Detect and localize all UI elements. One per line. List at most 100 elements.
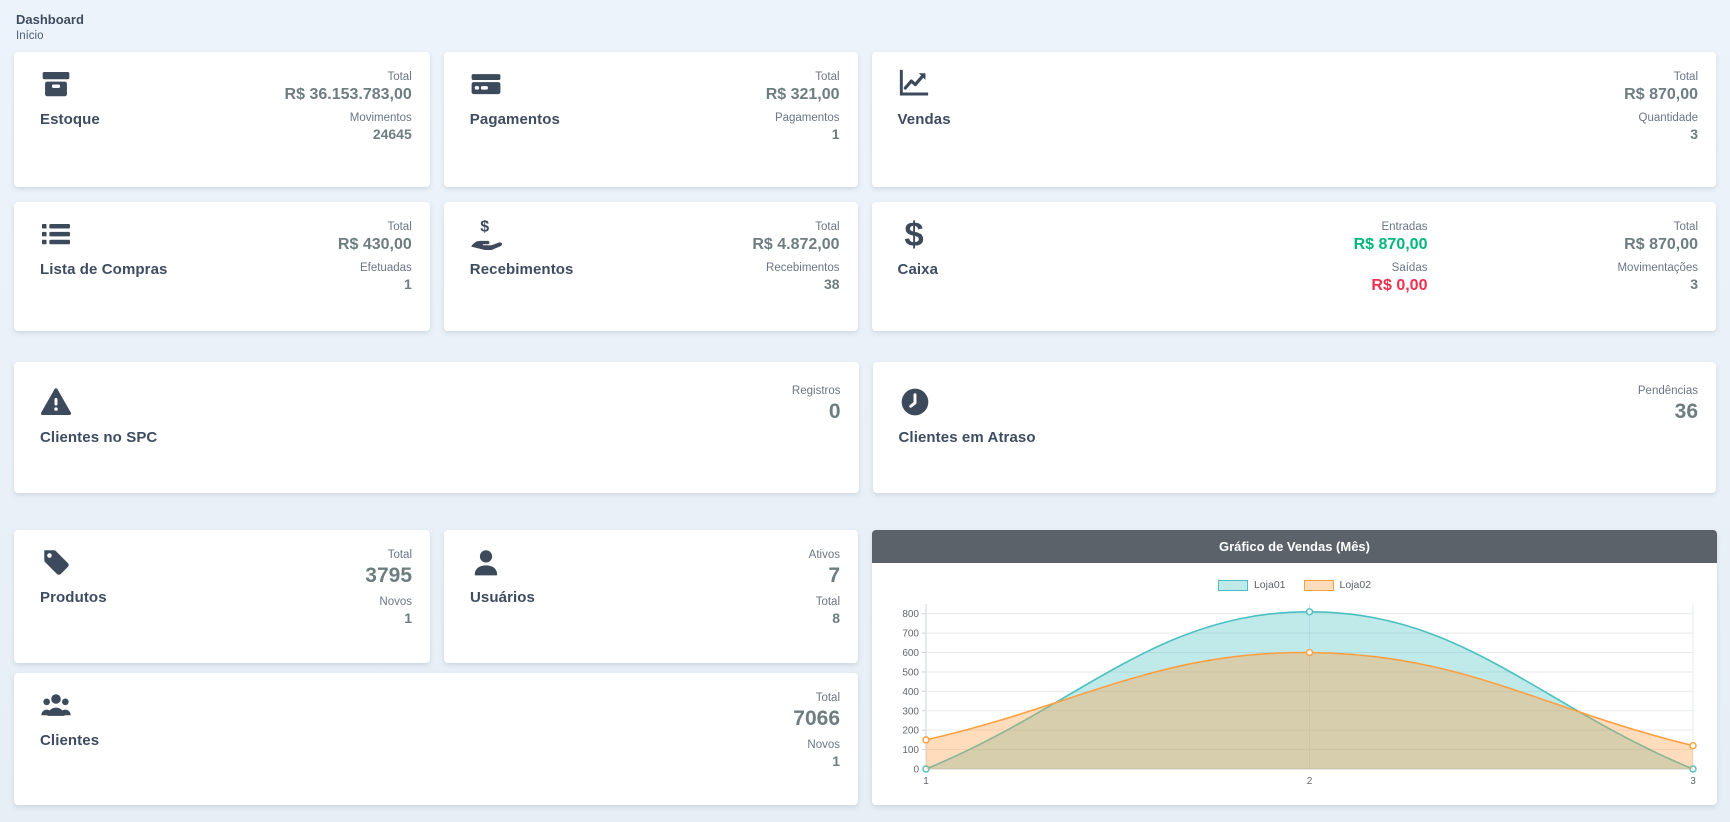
stat-value-saidas: R$ 0,00 xyxy=(1371,276,1427,296)
stat-efetuadas: Efetuadas 1 xyxy=(360,261,412,293)
card-title: Lista de Compras xyxy=(40,261,167,278)
card-produtos: Produtos Total 3795 Novos 1 xyxy=(14,530,430,663)
credit-card-icon xyxy=(470,68,502,100)
svg-text:0: 0 xyxy=(913,765,919,776)
stat-ativos: Ativos 7 xyxy=(809,548,840,589)
chart-body: Loja01 Loja02 0 100 200 300 400 500 600 700 800 1 2… xyxy=(872,563,1717,805)
chart-legend: Loja01 Loja02 xyxy=(1218,577,1371,593)
card-title: Clientes em Atraso xyxy=(899,429,1036,446)
stat-label: Total xyxy=(766,70,840,85)
svg-text:400: 400 xyxy=(902,687,919,698)
stat-value: 8 xyxy=(816,610,840,628)
stat-label: Novos xyxy=(807,738,840,753)
tag-icon xyxy=(40,546,72,578)
svg-text:2: 2 xyxy=(1307,776,1313,787)
sales-chart-card: Gráfico de Vendas (Mês) Loja01Loja02 010… xyxy=(872,530,1717,805)
svg-text:$: $ xyxy=(904,218,923,250)
cards-bottom-grid: Produtos Total 3795 Novos 1 Usuários xyxy=(14,530,1716,805)
stat-value: R$ 430,00 xyxy=(338,235,412,255)
stat-value: 38 xyxy=(766,276,840,294)
stat-value: 1 xyxy=(807,753,840,771)
user-icon xyxy=(470,546,502,578)
stat-movimentos: Movimentos 24645 xyxy=(350,111,412,143)
stat-novos: Novos 1 xyxy=(807,738,840,770)
stat-total: Total 3795 xyxy=(365,548,412,589)
card-title: Caixa xyxy=(898,261,939,278)
stat-value: 3795 xyxy=(365,563,412,589)
legend-swatch-icon xyxy=(1218,580,1248,591)
stat-total: Total 7066 xyxy=(793,691,840,732)
stat-label: Recebimentos xyxy=(766,261,840,276)
stat-label: Total xyxy=(365,548,412,563)
cards-row-2: Lista de Compras Total R$ 430,00 Efetuad… xyxy=(14,202,1716,331)
card-title: Pagamentos xyxy=(470,111,560,128)
stat-total: Total R$ 321,00 xyxy=(766,70,840,105)
card-caixa: $ Caixa Entradas R$ 870,00 Saídas R$ 0,0… xyxy=(872,202,1716,331)
card-recebimentos: $ Recebimentos Total R$ 4.872,00 Recebim… xyxy=(444,202,858,331)
stat-label: Total xyxy=(338,220,412,235)
sales-line-chart[interactable]: 0 100 200 300 400 500 600 700 800 1 2 3 xyxy=(890,597,1699,795)
stat-value: 3 xyxy=(1639,126,1698,144)
svg-text:100: 100 xyxy=(902,745,919,756)
stat-value: 24645 xyxy=(350,126,412,144)
cards-row-1: Estoque Total R$ 36.153.783,00 Movimento… xyxy=(14,52,1716,187)
svg-text:200: 200 xyxy=(902,726,919,737)
stat-label: Total xyxy=(1624,70,1698,85)
svg-text:800: 800 xyxy=(902,609,919,620)
svg-text:3: 3 xyxy=(1690,776,1696,787)
stat-recebimentos: Recebimentos 38 xyxy=(766,261,840,293)
svg-text:1: 1 xyxy=(923,776,929,787)
stat-total: Total R$ 870,00 xyxy=(1624,220,1698,255)
card-clientes-em-atraso: Clientes em Atraso Pendências 36 xyxy=(873,362,1717,493)
svg-text:700: 700 xyxy=(902,629,919,640)
legend-item-loja02[interactable]: Loja02 xyxy=(1304,579,1372,591)
svg-text:500: 500 xyxy=(902,667,919,678)
card-title: Produtos xyxy=(40,589,107,606)
svg-text:600: 600 xyxy=(902,648,919,659)
stat-label: Quantidade xyxy=(1639,111,1698,126)
stat-label: Novos xyxy=(379,595,412,610)
card-estoque: Estoque Total R$ 36.153.783,00 Movimento… xyxy=(14,52,430,187)
dollar-sign-icon: $ xyxy=(898,218,930,250)
card-title: Estoque xyxy=(40,111,100,128)
stat-value: 0 xyxy=(792,399,841,425)
stat-value: 7 xyxy=(809,563,840,589)
dashboard-page: Dashboard Início Estoque Total R$ 36.153… xyxy=(0,0,1730,805)
card-pagamentos: Pagamentos Total R$ 321,00 Pagamentos 1 xyxy=(444,52,858,187)
chart-title: Gráfico de Vendas (Mês) xyxy=(872,530,1717,563)
stat-value: 7066 xyxy=(793,706,840,732)
stat-value: R$ 36.153.783,00 xyxy=(285,85,412,105)
stat-total: Total R$ 430,00 xyxy=(338,220,412,255)
stat-label: Pendências xyxy=(1638,384,1698,399)
stat-pagamentos: Pagamentos 1 xyxy=(775,111,840,143)
list-icon xyxy=(40,218,72,250)
stat-value: 1 xyxy=(775,126,840,144)
cards-row-3: Clientes no SPC Registros 0 Clientes em … xyxy=(14,362,1716,493)
stat-label: Efetuadas xyxy=(360,261,412,276)
legend-item-loja01[interactable]: Loja01 xyxy=(1218,579,1286,591)
card-lista-de-compras: Lista de Compras Total R$ 430,00 Efetuad… xyxy=(14,202,430,331)
stat-label: Total xyxy=(793,691,840,706)
warning-triangle-icon xyxy=(40,386,72,418)
stat-value: 1 xyxy=(379,610,412,628)
stat-saidas: Saídas R$ 0,00 xyxy=(1371,261,1427,296)
stat-total: Total 8 xyxy=(816,595,840,627)
stat-quantidade: Quantidade 3 xyxy=(1639,111,1698,143)
card-title: Usuários xyxy=(470,589,535,606)
chart-line-icon xyxy=(898,68,930,100)
stat-value-entradas: R$ 870,00 xyxy=(1354,235,1428,255)
stat-value: R$ 870,00 xyxy=(1624,235,1698,255)
svg-text:300: 300 xyxy=(902,706,919,717)
stat-value: 3 xyxy=(1617,276,1698,294)
stat-total: Total R$ 36.153.783,00 xyxy=(285,70,412,105)
stat-movimentacoes: Movimentações 3 xyxy=(1617,261,1698,293)
card-clientes: Clientes Total 7066 Novos 1 xyxy=(14,673,858,805)
stat-label: Movimentações xyxy=(1617,261,1698,276)
card-title: Recebimentos xyxy=(470,261,574,278)
stat-novos: Novos 1 xyxy=(379,595,412,627)
breadcrumb: Início xyxy=(16,30,1716,42)
stat-label: Pagamentos xyxy=(775,111,840,126)
stat-value: R$ 870,00 xyxy=(1624,85,1698,105)
card-clientes-no-spc: Clientes no SPC Registros 0 xyxy=(14,362,859,493)
stat-value: 36 xyxy=(1638,399,1698,425)
